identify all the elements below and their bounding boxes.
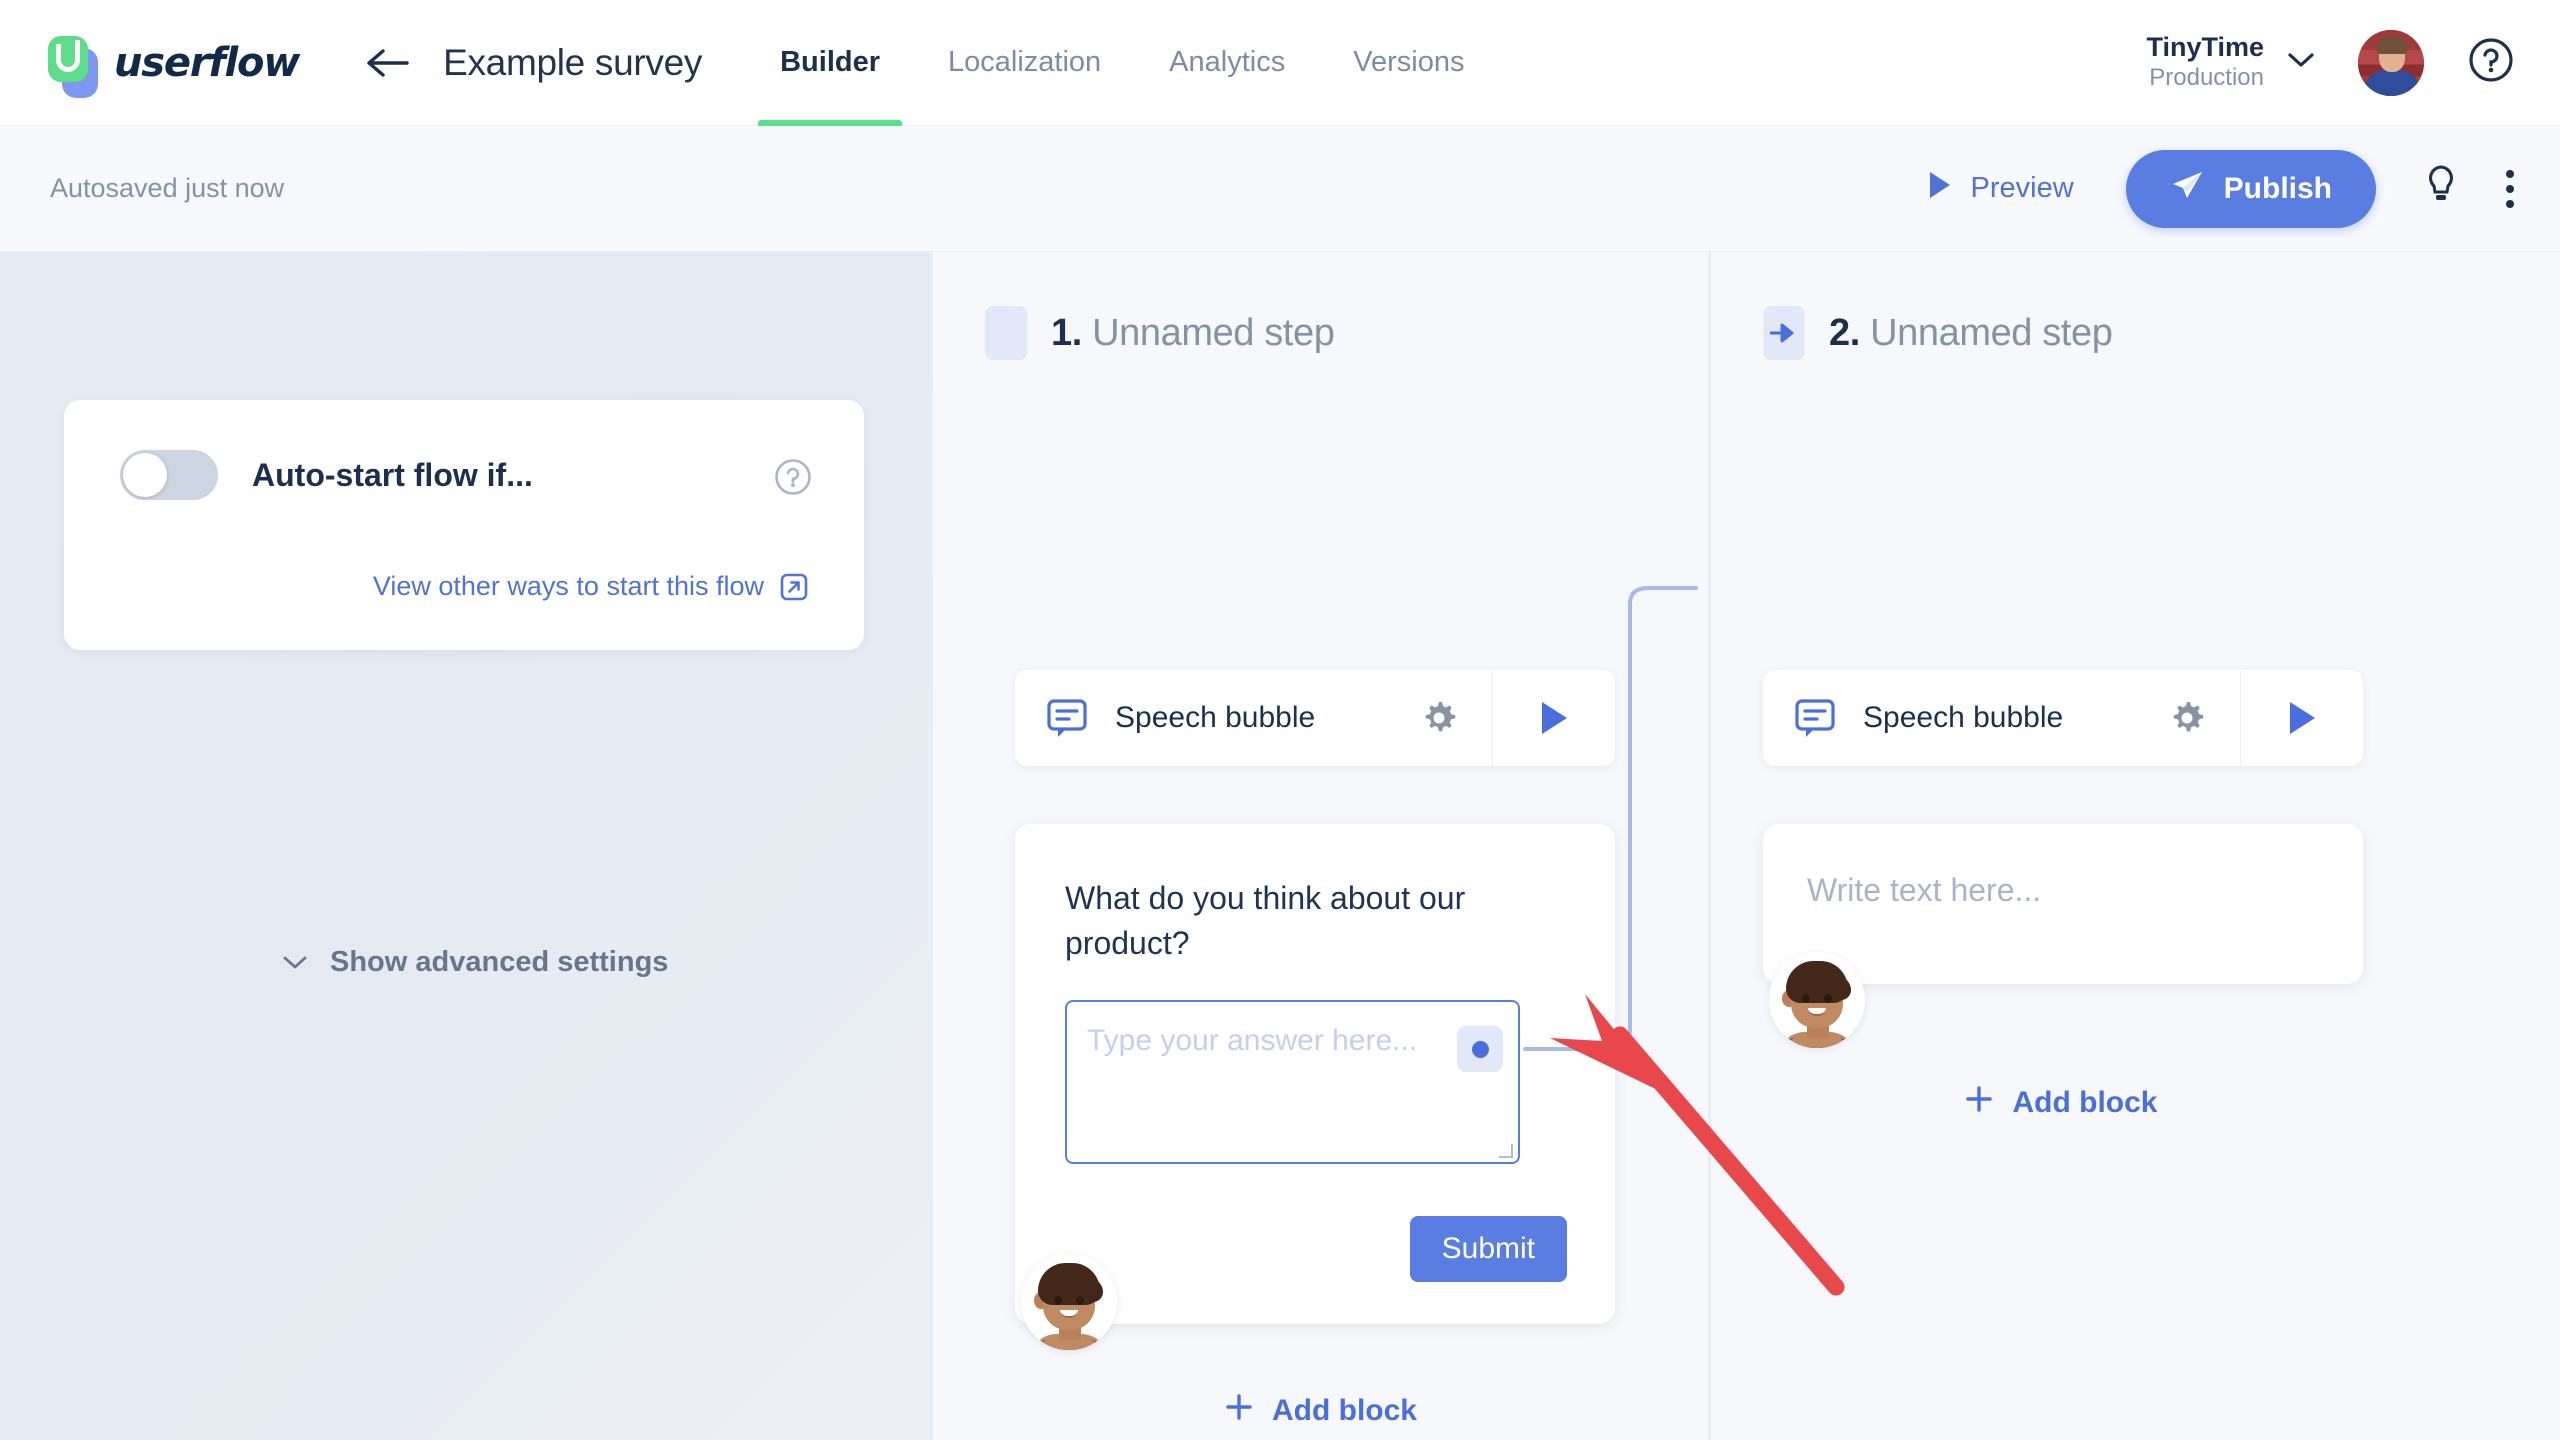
step-1-question-text: What do you think about our product? <box>1065 880 1466 962</box>
step-2-header[interactable]: 2. Unnamed step <box>1763 298 2560 368</box>
answer-input[interactable]: Type your answer here... <box>1065 1000 1520 1164</box>
step-2-block-label: Speech bubble <box>1863 701 2064 734</box>
page-title: Example survey <box>443 41 703 83</box>
step-column-2: 2. Unnamed step Speech bubble Write text… <box>1711 252 2560 1440</box>
play-icon <box>1927 170 1953 208</box>
show-advanced-settings-label: Show advanced settings <box>330 946 669 978</box>
avatar[interactable] <box>2358 29 2424 96</box>
speech-bubble-icon <box>1793 696 1837 740</box>
org-name: TinyTime <box>2146 32 2264 63</box>
step-1-speech-bubble: What do you think about our product? Typ… <box>1015 824 1615 1324</box>
step-2-play-button[interactable] <box>2241 699 2363 737</box>
resize-handle-icon[interactable] <box>1499 1144 1513 1158</box>
org-environment: Production <box>2149 64 2264 92</box>
step-1-title: 1. Unnamed step <box>1051 311 1335 355</box>
app-header: userflow Example survey Builder Localiza… <box>0 0 2560 126</box>
tab-versions[interactable]: Versions <box>1319 0 1498 126</box>
step-1-name: Unnamed step <box>1092 311 1335 354</box>
step-handle[interactable] <box>985 306 1027 360</box>
connector-dot <box>1471 1040 1489 1058</box>
auto-start-toggle[interactable] <box>120 450 218 500</box>
step-1-block-label: Speech bubble <box>1115 701 1316 734</box>
flow-canvas: 1. Unnamed step Speech bubble What do yo… <box>930 252 2560 1440</box>
tab-localization[interactable]: Localization <box>914 0 1135 126</box>
gear-icon[interactable] <box>1420 699 1458 737</box>
toolbar-right-controls: Preview Publish <box>1927 149 2514 228</box>
question-mark-circle-icon[interactable] <box>774 458 812 501</box>
preview-button[interactable]: Preview <box>1927 170 2074 208</box>
view-other-ways-link[interactable]: View other ways to start this flow <box>373 571 808 602</box>
step-2-text-placeholder: Write text here... <box>1807 872 2042 908</box>
tab-analytics[interactable]: Analytics <box>1135 0 1319 126</box>
chevron-down-icon[interactable] <box>2286 50 2316 75</box>
auto-start-card: Auto-start flow if... View other ways to… <box>64 400 864 650</box>
external-link-icon <box>780 573 808 601</box>
auto-start-label: Auto-start flow if... <box>252 456 533 493</box>
preview-button-label: Preview <box>1970 172 2074 204</box>
plus-icon <box>1964 1084 1994 1122</box>
main-tabs: Builder Localization Analytics Versions <box>746 0 1498 126</box>
userflow-logo[interactable]: userflow <box>42 32 300 98</box>
paper-plane-icon <box>2170 169 2204 209</box>
tab-builder[interactable]: Builder <box>746 0 914 126</box>
persona-avatar-icon <box>1021 1254 1117 1350</box>
speech-bubble-icon <box>1045 696 1089 740</box>
step-2-add-block-label: Add block <box>2012 1086 2158 1119</box>
chevron-down-icon <box>282 946 308 979</box>
publish-button-label: Publish <box>2223 171 2332 205</box>
auto-start-row: Auto-start flow if... <box>64 400 864 500</box>
step-1-block-toolbar: Speech bubble <box>1015 670 1615 766</box>
userflow-logo-icon <box>42 32 104 98</box>
gear-icon[interactable] <box>2168 699 2206 737</box>
question-mark-circle-icon[interactable] <box>2468 37 2514 88</box>
org-switcher[interactable]: TinyTime Production <box>2146 32 2264 92</box>
show-advanced-settings-toggle[interactable]: Show advanced settings <box>282 946 668 979</box>
connector-source-node[interactable] <box>1457 1026 1503 1072</box>
submit-button[interactable]: Submit <box>1409 1216 1567 1282</box>
publish-button[interactable]: Publish <box>2125 149 2376 228</box>
more-vertical-icon[interactable] <box>2506 169 2514 208</box>
left-settings-panel: Auto-start flow if... View other ways to… <box>0 252 930 1440</box>
step-2-title: 2. Unnamed step <box>1829 311 2113 355</box>
header-right-controls: TinyTime Production <box>2146 29 2514 96</box>
plus-icon <box>1224 1392 1254 1430</box>
step-1-add-block-label: Add block <box>1271 1394 1417 1427</box>
back-arrow-icon[interactable] <box>361 35 417 91</box>
view-other-ways-label: View other ways to start this flow <box>372 571 764 601</box>
step-1-add-block-button[interactable]: Add block <box>933 1392 1708 1430</box>
autosave-status: Autosaved just now <box>50 173 285 203</box>
lightbulb-icon[interactable] <box>2424 164 2458 213</box>
step-column-1: 1. Unnamed step Speech bubble What do yo… <box>933 252 1708 1440</box>
logo-wordmark: userflow <box>114 39 300 86</box>
action-toolbar: Autosaved just now Preview Publish <box>0 126 2560 252</box>
step-1-header[interactable]: 1. Unnamed step <box>985 298 1708 368</box>
step-2-add-block-button[interactable]: Add block <box>1711 1084 2411 1122</box>
step-1-play-button[interactable] <box>1493 699 1615 737</box>
step-2-name: Unnamed step <box>1870 311 2113 354</box>
connector-arrow-icon <box>1763 306 1805 360</box>
persona-avatar-icon <box>1769 952 1865 1048</box>
step-2-speech-bubble[interactable]: Write text here... <box>1763 824 2363 984</box>
step-2-block-toolbar: Speech bubble <box>1763 670 2363 766</box>
step-2-number: 2. <box>1829 311 1860 354</box>
answer-input-placeholder: Type your answer here... <box>1087 1024 1418 1057</box>
step-1-number: 1. <box>1051 311 1082 354</box>
